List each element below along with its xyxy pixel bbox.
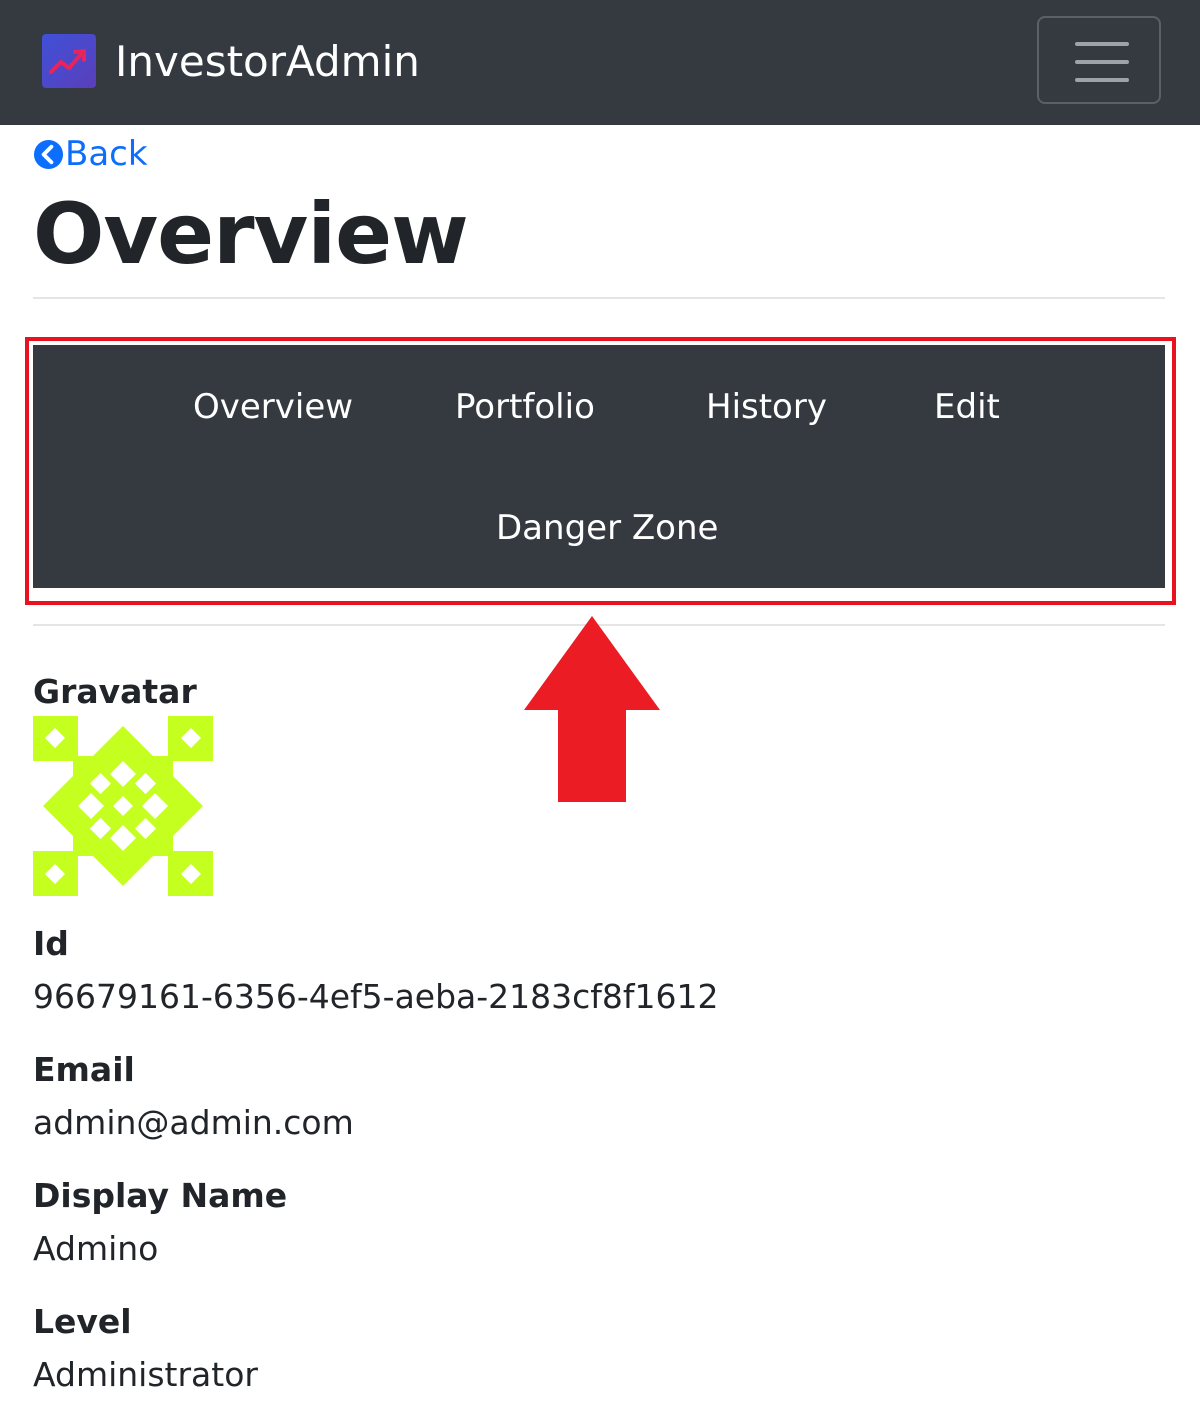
brand-name[interactable]: InvestorAdmin	[115, 36, 420, 88]
gravatar-label: Gravatar	[33, 672, 197, 711]
hamburger-menu-icon-bar	[1075, 60, 1129, 64]
top-navbar: InvestorAdmin	[0, 0, 1200, 125]
gravatar-image	[33, 716, 213, 896]
page-title: Overview	[33, 185, 469, 283]
subnav: Overview Portfolio History Edit Danger Z…	[33, 345, 1165, 588]
subnav-item-overview[interactable]: Overview	[193, 387, 353, 427]
back-link[interactable]: Back	[33, 136, 148, 172]
subnav-item-history[interactable]: History	[706, 387, 827, 427]
email-label: Email	[33, 1050, 135, 1089]
level-value: Administrator	[33, 1355, 258, 1394]
subnav-item-edit[interactable]: Edit	[934, 387, 1000, 427]
level-label: Level	[33, 1302, 132, 1341]
id-value: 96679161-6356-4ef5-aeba-2183cf8f1612	[33, 977, 719, 1016]
subnav-item-danger-zone[interactable]: Danger Zone	[496, 508, 718, 548]
display-name-value: Admino	[33, 1229, 159, 1268]
hamburger-menu-icon-bar	[1075, 78, 1129, 82]
chevron-left-circle-icon	[33, 139, 64, 169]
id-label: Id	[33, 924, 69, 963]
navbar-toggler-button[interactable]	[1037, 16, 1161, 104]
trending-up-icon[interactable]	[42, 34, 96, 88]
arrow-up-icon	[524, 616, 660, 802]
hamburger-menu-icon	[1075, 42, 1129, 46]
back-label: Back	[65, 134, 148, 174]
display-name-label: Display Name	[33, 1176, 288, 1215]
subnav-item-portfolio[interactable]: Portfolio	[455, 387, 595, 427]
email-value: admin@admin.com	[33, 1103, 354, 1142]
divider	[33, 297, 1165, 299]
